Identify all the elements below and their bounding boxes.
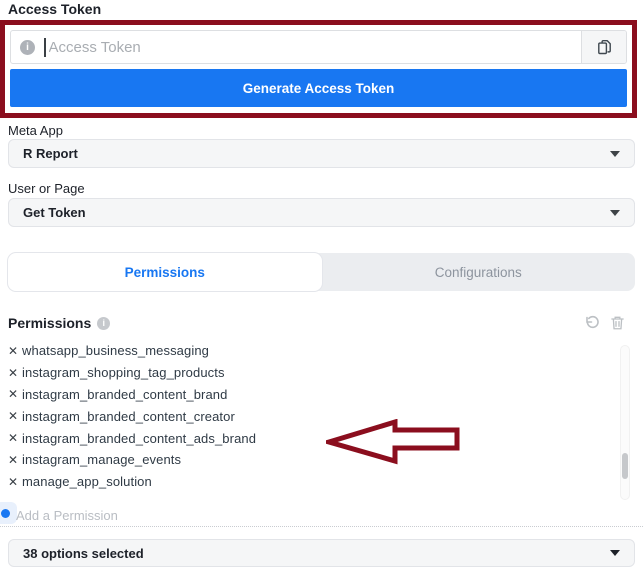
permission-name: manage_app_solution [22, 474, 152, 490]
access-token-input[interactable] [48, 38, 581, 56]
chevron-down-icon [610, 550, 620, 556]
annotation-box: i Generate Access Token [0, 20, 637, 118]
add-permission-input[interactable]: Add a Permission [16, 508, 118, 523]
list-item: ✕ whatsapp_business_messaging [8, 340, 608, 362]
info-icon: i [20, 39, 35, 55]
info-icon-glyph: i [102, 318, 106, 328]
list-item: ✕ instagram_shopping_tag_products [8, 362, 608, 384]
generate-access-token-button[interactable]: Generate Access Token [10, 69, 627, 107]
chevron-down-icon [610, 150, 620, 157]
text-cursor [44, 37, 46, 57]
remove-permission-icon[interactable]: ✕ [8, 454, 22, 466]
info-icon: i [97, 316, 111, 330]
list-item: ✕ instagram_branded_content_ads_brand [8, 427, 608, 449]
graph-api-explorer-panel: Access Token i Generate Access Token Met… [0, 0, 643, 581]
user-or-page-label: User or Page [8, 181, 85, 196]
remove-permission-icon[interactable]: ✕ [8, 410, 22, 422]
permissions-header-actions [584, 315, 635, 331]
dotted-divider [0, 526, 643, 527]
list-item: ✕ instagram_manage_events [8, 449, 608, 471]
list-item: ✕ instagram_branded_content_creator [8, 405, 608, 427]
annotation-arrow-icon [326, 419, 460, 465]
permissions-header: Permissions i [8, 315, 635, 331]
scrollbar [620, 345, 630, 500]
meta-app-label: Meta App [8, 123, 63, 138]
remove-permission-icon[interactable]: ✕ [8, 367, 22, 379]
page-title: Access Token [8, 1, 102, 17]
selection-dot-icon [1, 509, 10, 518]
list-item: ✕ instagram_branded_content_brand [8, 384, 608, 406]
info-icon-glyph: i [26, 41, 29, 53]
meta-app-dropdown[interactable]: R Report [8, 139, 635, 168]
remove-permission-icon[interactable]: ✕ [8, 432, 22, 444]
permission-name: whatsapp_business_messaging [22, 343, 209, 359]
copy-icon [597, 39, 611, 54]
options-selected-dropdown[interactable]: 38 options selected [8, 539, 635, 567]
permission-name: instagram_branded_content_creator [22, 408, 235, 424]
permissions-list: ✕ whatsapp_business_messaging ✕ instagra… [8, 340, 608, 493]
remove-permission-icon[interactable]: ✕ [8, 388, 22, 400]
chevron-down-icon [610, 209, 620, 216]
permission-name: instagram_branded_content_brand [22, 386, 228, 402]
tab-configurations[interactable]: Configurations [322, 253, 636, 291]
permission-name: instagram_manage_events [22, 452, 182, 468]
meta-app-value: R Report [23, 146, 78, 161]
tab-permissions[interactable]: Permissions [8, 253, 322, 291]
undo-icon[interactable] [584, 315, 600, 331]
user-or-page-value: Get Token [23, 205, 86, 220]
trash-icon[interactable] [610, 315, 625, 331]
options-selected-value: 38 options selected [23, 545, 144, 561]
permission-name: instagram_branded_content_ads_brand [22, 430, 257, 446]
scrollbar-thumb[interactable] [622, 453, 628, 479]
list-item: ✕ manage_app_solution [8, 471, 608, 493]
permissions-heading: Permissions [8, 315, 92, 331]
tabbar: Permissions Configurations [8, 253, 635, 291]
remove-permission-icon[interactable]: ✕ [8, 345, 22, 357]
access-token-input-row: i [10, 30, 627, 64]
remove-permission-icon[interactable]: ✕ [8, 476, 22, 488]
copy-button[interactable] [581, 31, 626, 63]
user-or-page-dropdown[interactable]: Get Token [8, 198, 635, 227]
permission-name: instagram_shopping_tag_products [22, 365, 225, 381]
